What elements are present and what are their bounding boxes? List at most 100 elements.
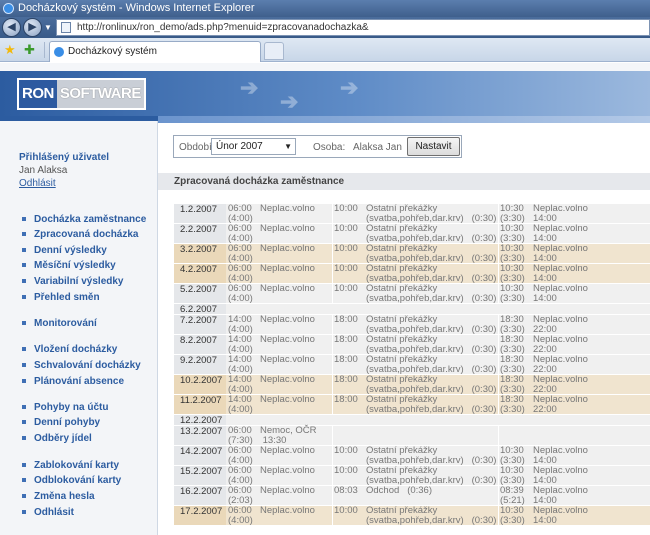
table-row: 11.2.2007 14:00 (4:00) Neplac.volno 18:00 Os…	[174, 395, 650, 415]
page-icon	[61, 22, 71, 33]
row-cell-c6: Neplac.volno 22:00	[533, 334, 588, 355]
row-cell-c4: Odchod (0:36)	[366, 485, 433, 496]
row-cell-c4: Ostatní překážky (svatba,pohřeb,dar.krv)…	[366, 505, 497, 526]
column-divider	[498, 395, 499, 414]
row-cell-c2: Neplac.volno	[260, 354, 315, 365]
section-title: Zpracovaná docházka zaměstnance	[158, 173, 650, 190]
row-cell-c4: Ostatní překážky (svatba,pohřeb,dar.krv)…	[366, 263, 497, 284]
sidebar-item-vlozeni-dochazky[interactable]: Vložení docházky	[22, 344, 117, 355]
logged-user-label: Přihlášený uživatel	[19, 152, 110, 163]
row-cell-c4: Ostatní překážky (svatba,pohřeb,dar.krv)…	[366, 223, 497, 244]
row-cell-c1: 06:00 (4:00)	[228, 445, 253, 466]
table-row: 8.2.2007 14:00 (4:00) Neplac.volno 18:00 Ost…	[174, 335, 650, 355]
sidebar-item-mesicni-vysledky[interactable]: Měsíční výsledky	[22, 260, 116, 271]
arrow-decoration-icon: ➔	[280, 89, 299, 114]
row-date: 13.2.2007	[174, 426, 226, 445]
column-divider	[332, 486, 333, 505]
row-cell-c2: Nemoc, OČR 13:30	[260, 425, 317, 446]
tab-label: Docházkový systém	[68, 46, 157, 57]
row-date: 7.2.2007	[174, 315, 226, 334]
sidebar-item-schvalovani-dochazky[interactable]: Schvalování docházky	[22, 360, 141, 371]
row-cell-c6: Neplac.volno 22:00	[533, 394, 588, 415]
row-cell-c3: 10:00	[334, 223, 358, 234]
bullet-icon	[22, 420, 26, 425]
sidebar-item-zablokovani-karty[interactable]: Zablokování karty	[22, 460, 119, 471]
sidebar-item-label: Měsíční výsledky	[34, 260, 116, 271]
row-cell-c5: 08:39 (5:21)	[500, 485, 525, 506]
sidebar-item-denni-pohyby[interactable]: Denní pohyby	[22, 417, 100, 428]
forward-arrow-icon[interactable]: ▶	[23, 18, 42, 37]
add-favorites-icon[interactable]: ✚	[24, 42, 35, 58]
history-dropdown-icon[interactable]: ▼	[44, 23, 52, 32]
sidebar-item-variabilni-vysledky[interactable]: Variabilní výsledky	[22, 276, 124, 287]
row-cell-c6: Neplac.volno 14:00	[533, 203, 588, 224]
sidebar-item-pohyby-na-uctu[interactable]: Pohyby na účtu	[22, 402, 108, 413]
address-bar: ◀ ▶ ▼ http://ronlinux/ron_demo/ads.php?m…	[0, 17, 650, 38]
bullet-icon	[22, 279, 26, 284]
row-cell-c3: 18:00	[334, 354, 358, 365]
sidebar-item-denni-vysledky[interactable]: Denní výsledky	[22, 245, 107, 256]
sidebar-item-label: Monitorování	[34, 318, 97, 329]
row-date: 16.2.2007	[174, 486, 226, 505]
sidebar-item-label: Variabilní výsledky	[34, 276, 124, 287]
row-cell-c1: 06:00 (4:00)	[228, 243, 253, 264]
row-date: 2.2.2007	[174, 224, 226, 243]
row-cell-c2: Neplac.volno	[260, 334, 315, 345]
back-arrow-icon[interactable]: ◀	[2, 18, 21, 37]
row-cell-c2: Neplac.volno	[260, 223, 315, 234]
tab-dochazkovy-system[interactable]: Docházkový systém	[49, 41, 261, 62]
table-row: 5.2.2007 06:00 (4:00) Neplac.volno 10:00 Ost…	[174, 284, 650, 304]
sidebar-item-label: Denní pohyby	[34, 417, 101, 428]
column-divider	[498, 244, 499, 263]
column-divider	[332, 284, 333, 303]
logout-link[interactable]: Odhlásit	[19, 178, 56, 189]
period-select[interactable]: Únor 2007 ▼	[211, 138, 296, 155]
row-cell-c5: 18:30 (3:30)	[500, 354, 525, 375]
row-cell-c6: Neplac.volno 22:00	[533, 314, 588, 335]
row-cell-c3: 10:00	[334, 203, 358, 214]
tab-bar: ★ ✚ Docházkový systém	[0, 38, 650, 62]
row-cell-c1: 06:00 (7:30)	[228, 425, 253, 446]
row-cell-c3: 18:00	[334, 314, 358, 325]
chevron-down-icon: ▼	[284, 142, 292, 151]
bullet-icon	[22, 263, 26, 268]
row-cell-c6: Neplac.volno 14:00	[533, 243, 588, 264]
row-cell-c1: 06:00 (4:00)	[228, 223, 253, 244]
sidebar-item-zpracovana-dochazka[interactable]: Zpracovaná docházka	[22, 229, 138, 240]
person-value: Alaksa Jan	[353, 142, 402, 153]
row-cell-c1: 06:00 (4:00)	[228, 263, 253, 284]
bullet-icon	[22, 463, 26, 468]
row-cell-c5: 18:30 (3:30)	[500, 374, 525, 395]
sidebar: Přihlášený uživatel Jan Alaksa Odhlásit …	[0, 116, 158, 535]
row-cell-c6: Neplac.volno 14:00	[533, 505, 588, 526]
column-divider	[498, 446, 499, 465]
sidebar-item-planovani-absence[interactable]: Plánování absence	[22, 376, 124, 387]
column-divider	[498, 335, 499, 354]
table-row: 2.2.2007 06:00 (4:00) Neplac.volno 10:00 Ost…	[174, 224, 650, 244]
column-divider	[332, 506, 333, 525]
nastavit-button[interactable]: Nastavit	[407, 137, 460, 156]
sidebar-item-prehled-smen[interactable]: Přehled směn	[22, 292, 100, 303]
row-cell-c5: 10:30 (3:30)	[500, 283, 525, 304]
row-date: 17.2.2007	[174, 506, 226, 525]
sidebar-item-zmena-hesla[interactable]: Změna hesla	[22, 491, 95, 502]
new-tab-button[interactable]	[264, 42, 284, 60]
bullet-icon	[22, 295, 26, 300]
row-cell-c1: 06:00 (4:00)	[228, 465, 253, 486]
row-cell-c4: Ostatní překážky (svatba,pohřeb,dar.krv)…	[366, 314, 497, 335]
row-cell-c6: Neplac.volno 14:00	[533, 283, 588, 304]
row-date: 9.2.2007	[174, 355, 226, 374]
sidebar-item-odblokovani-karty[interactable]: Odblokování karty	[22, 475, 121, 486]
sidebar-item-monitorovani[interactable]: Monitorování	[22, 318, 97, 329]
row-cell-c4: Ostatní překážky (svatba,pohřeb,dar.krv)…	[366, 283, 497, 304]
sidebar-item-odbery-jidel[interactable]: Odběry jídel	[22, 433, 92, 444]
sidebar-item-label: Zablokování karty	[34, 460, 120, 471]
row-cell-c2: Neplac.volno	[260, 505, 315, 516]
sidebar-item-dochazka-zamestnance[interactable]: Docházka zaměstnance	[22, 214, 146, 225]
favorites-star-icon[interactable]: ★	[4, 42, 16, 58]
url-input[interactable]: http://ronlinux/ron_demo/ads.php?menuid=…	[56, 19, 650, 36]
table-row: 17.2.2007 06:00 (4:00) Neplac.volno 10:00 Os…	[174, 506, 650, 526]
row-cell-c4: Ostatní překážky (svatba,pohřeb,dar.krv)…	[366, 334, 497, 355]
sidebar-item-odhlasit[interactable]: Odhlásit	[22, 507, 74, 518]
row-cell-c5: 10:30 (3:30)	[500, 505, 525, 526]
